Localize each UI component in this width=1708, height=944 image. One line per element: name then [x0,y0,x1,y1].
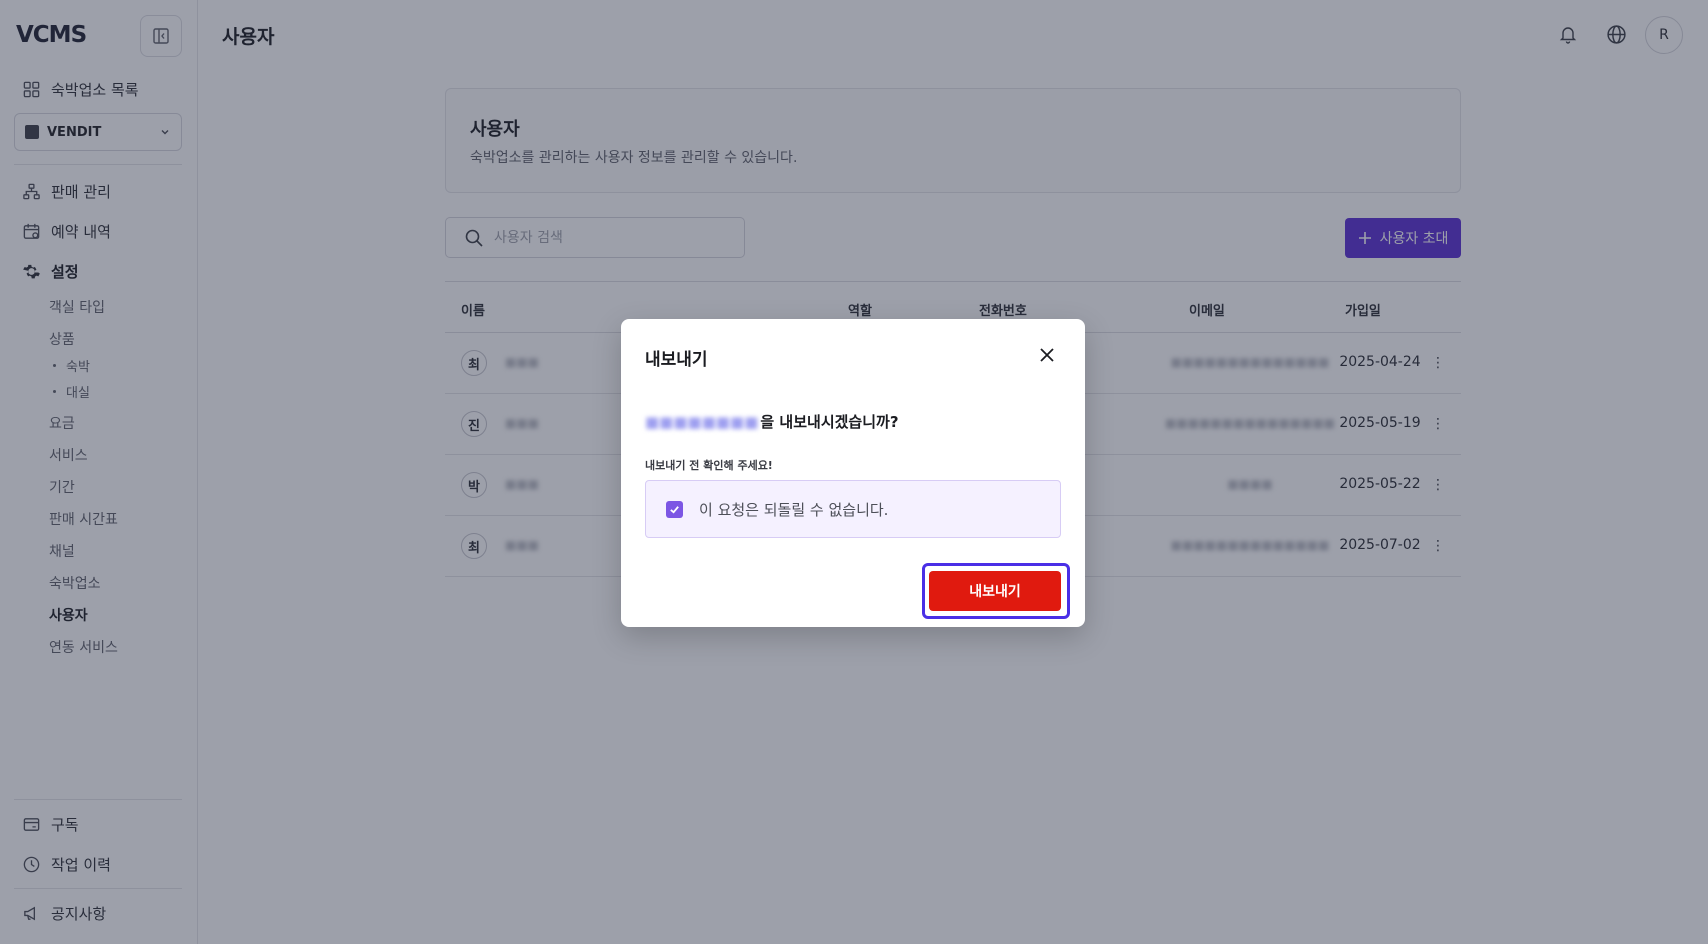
close-icon [1040,348,1054,362]
confirm-checkbox-row[interactable]: 이 요청은 되돌릴 수 없습니다. [645,480,1061,538]
modal-title: 내보내기 [645,350,708,370]
modal-question: ■■■■■■■■ 을 내보내시겠습니까? [645,411,899,432]
question-text: 을 내보내시겠습니까? [760,413,899,431]
export-button[interactable]: 내보내기 [929,571,1061,611]
export-modal: 내보내기 ■■■■■■■■ 을 내보내시겠습니까? 내보내기 전 확인해 주세요… [621,319,1085,627]
redacted-target-name: ■■■■■■■■ [645,412,759,431]
confirm-checkbox[interactable] [666,500,683,518]
check-icon [670,505,679,514]
confirm-text: 이 요청은 되돌릴 수 없습니다. [699,500,889,519]
modal-close-button[interactable] [1035,343,1059,367]
confirm-label: 내보내기 전 확인해 주세요! [645,459,773,472]
